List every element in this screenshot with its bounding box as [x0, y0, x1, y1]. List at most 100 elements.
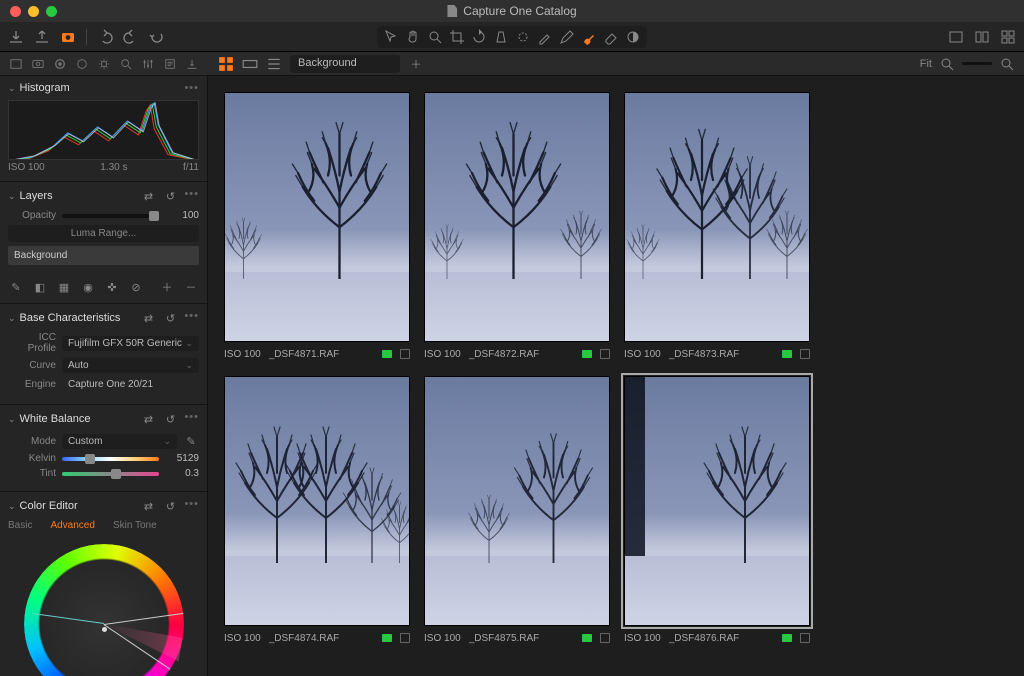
export-icon[interactable]: [34, 29, 50, 45]
view-grid-icon[interactable]: [1000, 29, 1016, 45]
icc-select[interactable]: Fujifilm GFX 50R Generic⌄: [62, 336, 199, 351]
details-tab-icon[interactable]: [120, 57, 132, 71]
add-layer-icon[interactable]: ＋: [159, 279, 175, 295]
thumbnail[interactable]: ISO 100 _DSF4873.RAF: [624, 92, 810, 362]
thumbnail[interactable]: ISO 100 _DSF4875.RAF: [424, 376, 610, 646]
fill-tool-icon[interactable]: ✜: [104, 279, 120, 295]
copy-icon[interactable]: ⇄: [140, 188, 156, 204]
variant-badge: [400, 349, 410, 359]
gradient-icon[interactable]: [625, 29, 641, 45]
panel-menu-icon[interactable]: •••: [184, 498, 199, 514]
browser-list-icon[interactable]: [266, 56, 282, 72]
spot-icon[interactable]: [515, 29, 531, 45]
copy-icon[interactable]: ⇄: [140, 411, 156, 427]
minimize-window-button[interactable]: [28, 6, 39, 17]
add-layer-icon[interactable]: ＋: [408, 56, 424, 72]
thumbnail[interactable]: ISO 100 _DSF4876.RAF: [624, 376, 810, 646]
chevron-icon: ⌄: [185, 360, 193, 371]
panel-menu-icon[interactable]: •••: [184, 411, 199, 427]
browser-grid-icon[interactable]: [218, 56, 234, 72]
luma-range-button[interactable]: Luma Range...: [8, 225, 199, 242]
keystone-icon[interactable]: [493, 29, 509, 45]
color-tab-icon[interactable]: [76, 57, 88, 71]
reset-icon[interactable]: [149, 29, 165, 45]
annotate-icon[interactable]: [559, 29, 575, 45]
radial-grad-icon[interactable]: ◉: [80, 279, 96, 295]
remove-layer-icon[interactable]: －: [183, 279, 199, 295]
thumbnail-image[interactable]: [224, 376, 410, 626]
reset-icon[interactable]: ↺: [162, 411, 178, 427]
zoom-fit-label[interactable]: Fit: [920, 58, 932, 70]
undo-icon[interactable]: [97, 29, 113, 45]
collapse-icon[interactable]: ⌄: [8, 501, 16, 511]
collapse-icon[interactable]: ⌄: [8, 414, 16, 424]
reset-icon[interactable]: ↺: [162, 498, 178, 514]
crop-icon[interactable]: [449, 29, 465, 45]
copy-icon[interactable]: ⇄: [140, 310, 156, 326]
status-badge: [582, 634, 592, 642]
reset-icon[interactable]: ↺: [162, 188, 178, 204]
wb-picker-icon[interactable]: [537, 29, 553, 45]
linear-grad-icon[interactable]: ▦: [56, 279, 72, 295]
import-icon[interactable]: [8, 29, 24, 45]
thumbnail[interactable]: ISO 100 _DSF4874.RAF: [224, 376, 410, 646]
tab-advanced[interactable]: Advanced: [50, 520, 94, 531]
mask-brush-icon[interactable]: [581, 29, 597, 45]
adjust-tab-icon[interactable]: [142, 57, 154, 71]
panel-menu-icon[interactable]: •••: [184, 188, 199, 204]
pointer-icon[interactable]: [383, 29, 399, 45]
capture-icon[interactable]: [60, 29, 76, 45]
panel-menu-icon[interactable]: •••: [184, 310, 199, 326]
thumbnail-image[interactable]: [424, 92, 610, 342]
eraser-icon[interactable]: [603, 29, 619, 45]
eraser-tool-icon[interactable]: ◧: [32, 279, 48, 295]
brush-tool-icon[interactable]: ✎: [8, 279, 24, 295]
thumbnail-meta: ISO 100 _DSF4874.RAF: [224, 630, 410, 646]
mode-select[interactable]: Custom⌄: [62, 434, 177, 449]
kelvin-slider[interactable]: [62, 457, 159, 461]
zoom-search-icon[interactable]: [940, 57, 954, 71]
zoom-icon[interactable]: [427, 29, 443, 45]
rotate-icon[interactable]: [471, 29, 487, 45]
maximize-window-button[interactable]: [46, 6, 57, 17]
reset-icon[interactable]: ↺: [162, 310, 178, 326]
curve-select[interactable]: Auto⌄: [62, 358, 199, 373]
thumbnail-image[interactable]: [224, 92, 410, 342]
capture-tab-icon[interactable]: [32, 57, 44, 71]
thumbnail-image[interactable]: [424, 376, 610, 626]
collapse-icon[interactable]: ⌄: [8, 83, 16, 93]
thumbnail[interactable]: ISO 100 _DSF4871.RAF: [224, 92, 410, 362]
thumbnail-image[interactable]: [624, 376, 810, 626]
color-wheel[interactable]: [19, 539, 189, 676]
thumbnail-image[interactable]: [624, 92, 810, 342]
opacity-slider[interactable]: [62, 214, 159, 218]
tab-basic[interactable]: Basic: [8, 520, 32, 531]
variant-badge: [600, 633, 610, 643]
layer-selector[interactable]: Background: [290, 55, 400, 73]
output-tab-icon[interactable]: [186, 57, 198, 71]
tint-slider[interactable]: [62, 472, 159, 476]
zoom-slider[interactable]: [962, 62, 992, 65]
view-single-icon[interactable]: [948, 29, 964, 45]
collapse-icon[interactable]: ⌄: [8, 313, 16, 323]
status-badge: [382, 350, 392, 358]
thumbnail[interactable]: ISO 100 _DSF4872.RAF: [424, 92, 610, 362]
exposure-tab-icon[interactable]: [98, 57, 110, 71]
tab-skintone[interactable]: Skin Tone: [113, 520, 157, 531]
search-icon[interactable]: [1000, 57, 1014, 71]
panel-menu-icon[interactable]: •••: [184, 82, 199, 94]
collapse-icon[interactable]: ⌄: [8, 191, 16, 201]
library-tab-icon[interactable]: [10, 57, 22, 71]
close-window-button[interactable]: [10, 6, 21, 17]
invert-tool-icon[interactable]: ⊘: [128, 279, 144, 295]
hand-icon[interactable]: [405, 29, 421, 45]
layer-item-background[interactable]: Background: [8, 246, 199, 265]
color-editor-tabs: Basic Advanced Skin Tone: [8, 520, 199, 531]
lens-tab-icon[interactable]: [54, 57, 66, 71]
copy-icon[interactable]: ⇄: [140, 498, 156, 514]
redo-icon[interactable]: [123, 29, 139, 45]
browser-filmstrip-icon[interactable]: [242, 56, 258, 72]
view-multi-icon[interactable]: [974, 29, 990, 45]
eyedropper-icon[interactable]: ✎: [183, 433, 199, 449]
metadata-tab-icon[interactable]: [164, 57, 176, 71]
